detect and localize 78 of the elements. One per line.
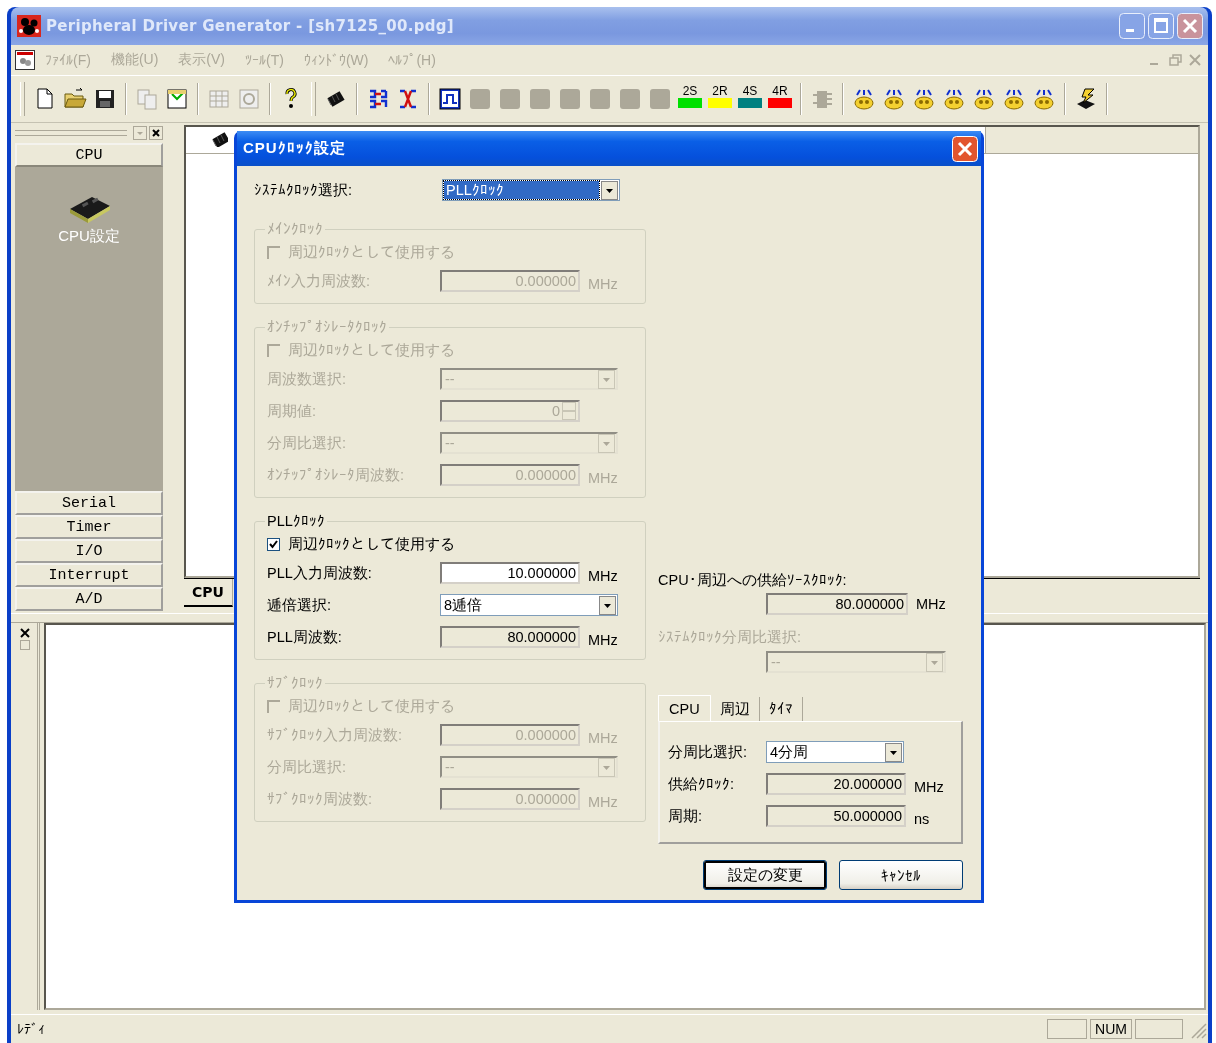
field-label: ｼｽﾃﾑｸﾛｯｸ分周比選択:	[658, 628, 803, 647]
field-label: ｵﾝﾁｯﾌﾟｵｼﾚｰﾀ周波数:	[267, 465, 406, 485]
field-label: ｻﾌﾞｸﾛｯｸ入力周波数:	[267, 725, 404, 745]
square-icon[interactable]	[557, 86, 583, 112]
minimize-button[interactable]	[1119, 13, 1145, 39]
field-label: 供給ｸﾛｯｸ:	[668, 774, 736, 794]
square-icon[interactable]	[647, 86, 673, 112]
dialog-button[interactable]: 設定の変更	[703, 860, 827, 890]
unit-label: MHz	[588, 275, 618, 292]
sidebar-item[interactable]: I/O	[15, 539, 163, 563]
dialog-title: CPUｸﾛｯｸ設定	[243, 139, 346, 158]
unit-label: MHz	[588, 469, 618, 486]
square-icon[interactable]	[617, 86, 643, 112]
number-field[interactable]: 20.000000	[766, 773, 906, 795]
field-label: 周波数選択:	[267, 369, 348, 389]
group-title: ｻﾌﾞｸﾛｯｸ	[266, 675, 324, 691]
field-label: 分周比選択:	[267, 433, 348, 453]
channel-button[interactable]: 4S	[737, 84, 763, 114]
sidebar-item[interactable]: Timer	[15, 515, 163, 539]
field-label: 周期値:	[267, 401, 318, 421]
square-icon[interactable]	[587, 86, 613, 112]
checkbox[interactable]	[267, 537, 280, 551]
unit-label: MHz	[914, 778, 944, 795]
document-icon[interactable]	[15, 50, 35, 70]
group-title: ｵﾝﾁｯﾌﾟｵｼﾚｰﾀｸﾛｯｸ	[266, 319, 388, 335]
spinner-icon[interactable]	[562, 402, 576, 420]
group-title: PLLｸﾛｯｸ	[266, 513, 326, 529]
tab[interactable]: CPU	[658, 695, 711, 721]
field-label: 分周比選択:	[668, 742, 749, 762]
unit-label: ns	[914, 810, 930, 827]
status-panel	[1135, 1019, 1183, 1039]
unit-label: MHz	[588, 567, 618, 584]
maximize-button[interactable]	[1148, 13, 1174, 39]
unit-label: MHz	[588, 631, 618, 648]
square-icon[interactable]	[497, 86, 523, 112]
close-button[interactable]	[149, 126, 163, 140]
dropdown-field[interactable]: PLLｸﾛｯｸ	[442, 179, 620, 201]
dropdown-field[interactable]: 8逓倍	[440, 594, 618, 616]
restore-button[interactable]	[1168, 53, 1182, 67]
number-field[interactable]: 80.000000	[766, 593, 908, 615]
unit-label: MHz	[588, 793, 618, 810]
window-title: Peripheral Driver Generator - [sh7125_00.pdg]	[46, 17, 455, 35]
number-field[interactable]: 10.000000	[440, 562, 580, 584]
dropdown-field[interactable]: 4分周	[766, 741, 904, 763]
group-title: ﾒｲﾝｸﾛｯｸ	[266, 221, 324, 237]
field-label: 逓倍選択:	[267, 595, 333, 615]
field-label: PLL入力周波数:	[267, 563, 373, 583]
app-icon	[17, 15, 41, 37]
unit-label: MHz	[588, 729, 618, 746]
field-label: ｻﾌﾞｸﾛｯｸ周波数:	[267, 789, 374, 809]
sidebar-item[interactable]: A/D	[15, 587, 163, 611]
pulse-icon[interactable]	[437, 86, 463, 112]
export-icon[interactable]	[164, 86, 190, 112]
refresh-icon[interactable]	[236, 86, 262, 112]
number-field[interactable]: 80.000000	[440, 626, 580, 648]
field-label: ｼｽﾃﾑｸﾛｯｸ選択:	[254, 180, 354, 200]
field-label: ﾒｲﾝ入力周波数:	[267, 271, 372, 291]
field-label: 周期:	[668, 806, 704, 826]
close-button[interactable]	[19, 627, 31, 639]
channel-button[interactable]: 2R	[707, 84, 733, 114]
field-label: CPU･周辺への供給ｿｰｽｸﾛｯｸ:	[658, 571, 848, 590]
dialog-button[interactable]: ｷｬﾝｾﾙ	[839, 860, 963, 890]
sidebar-item[interactable]: CPU	[15, 143, 163, 167]
document-tab[interactable]: CPU	[184, 579, 233, 607]
channel-button[interactable]: 2S	[677, 84, 703, 114]
field-label: PLL周波数:	[267, 627, 343, 647]
sidebar-item[interactable]: Serial	[15, 491, 163, 515]
square-icon[interactable]	[527, 86, 553, 112]
status-text: ﾚﾃﾞｨ	[17, 1021, 46, 1037]
status-panel	[1047, 1019, 1088, 1039]
field-label: 分周比選択:	[267, 757, 348, 777]
unit-label: MHz	[916, 596, 946, 612]
status-indicator: NUM	[1090, 1019, 1132, 1039]
number-field[interactable]: 50.000000	[766, 805, 906, 827]
checkbox-label[interactable]: 周辺ｸﾛｯｸとして使用する	[288, 534, 455, 554]
check-icon	[269, 539, 278, 549]
sidebar-item[interactable]: Interrupt	[15, 563, 163, 587]
channel-button[interactable]: 4R	[767, 84, 793, 114]
